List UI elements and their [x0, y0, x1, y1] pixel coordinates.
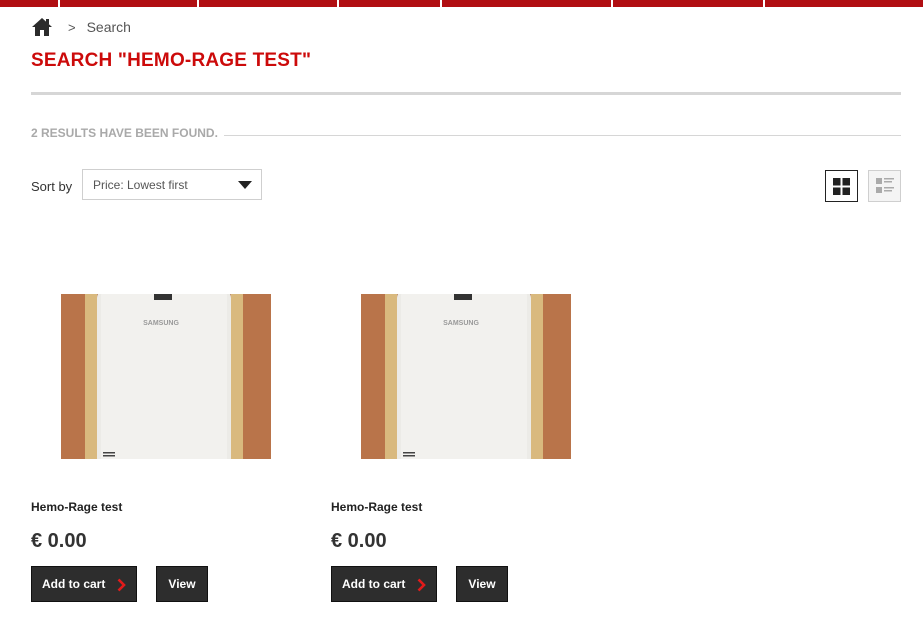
top-nav-item[interactable]: [60, 0, 199, 7]
breadcrumb-separator: >: [68, 19, 76, 35]
sort-select[interactable]: Price: Lowest first: [82, 169, 262, 200]
grid-view-icon: [833, 177, 850, 195]
chevron-right-icon: [117, 578, 126, 592]
product-image[interactable]: SAMSUNG: [61, 294, 271, 459]
grid-view-button[interactable]: [825, 170, 858, 202]
breadcrumb-current: Search: [86, 19, 131, 35]
svg-text:SAMSUNG: SAMSUNG: [143, 320, 179, 327]
breadcrumb: > Search: [31, 16, 131, 38]
view-button[interactable]: View: [456, 566, 508, 602]
results-header: 2 results have been found.: [31, 126, 901, 140]
sort-selected-value: Price: Lowest first: [93, 177, 188, 192]
view-button[interactable]: View: [156, 566, 208, 602]
product-name[interactable]: Hemo-Rage test: [31, 500, 122, 514]
add-to-cart-button[interactable]: Add to cart: [31, 566, 137, 602]
product-price: € 0.00: [331, 530, 387, 552]
product-image[interactable]: SAMSUNG: [361, 294, 571, 459]
add-to-cart-button[interactable]: Add to cart: [331, 566, 437, 602]
caret-down-icon: [238, 181, 252, 189]
add-to-cart-label: Add to cart: [342, 577, 406, 591]
top-nav-item[interactable]: [442, 0, 613, 7]
divider: [31, 92, 901, 95]
product-price: € 0.00: [31, 530, 87, 552]
top-nav-item[interactable]: [199, 0, 339, 7]
top-nav-item[interactable]: [613, 0, 765, 7]
top-nav-item[interactable]: [0, 0, 60, 7]
divider: [223, 134, 901, 136]
svg-text:SAMSUNG: SAMSUNG: [443, 320, 479, 327]
page-title: SEARCH "HEMO-RAGE TEST": [31, 50, 312, 71]
home-icon[interactable]: [31, 17, 53, 37]
sort-label: Sort by: [31, 179, 73, 194]
chevron-right-icon: [417, 578, 426, 592]
list-view-button[interactable]: [868, 170, 901, 202]
product-name[interactable]: Hemo-Rage test: [331, 500, 422, 514]
top-nav-item[interactable]: [765, 0, 923, 7]
list-view-icon: [875, 178, 894, 193]
top-nav-bar: [0, 0, 923, 7]
results-count: 2 results have been found.: [31, 126, 218, 140]
add-to-cart-label: Add to cart: [42, 577, 106, 591]
top-nav-item[interactable]: [339, 0, 442, 7]
